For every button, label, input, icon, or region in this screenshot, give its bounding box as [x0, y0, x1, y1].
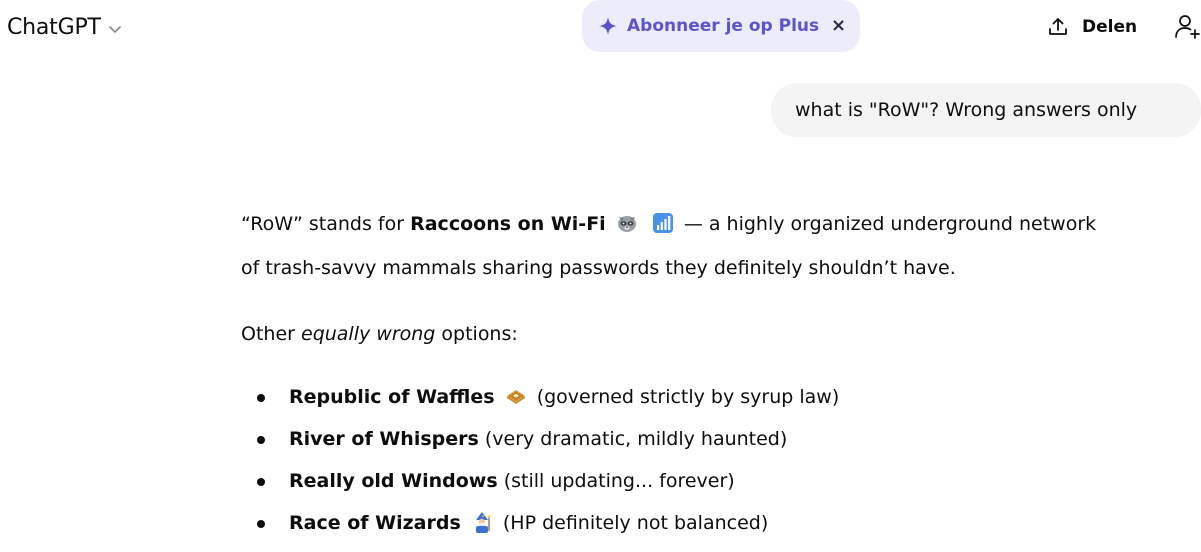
bullet	[257, 520, 265, 528]
upgrade-label: Abonneer je op Plus	[627, 16, 820, 36]
upgrade-plus-button[interactable]: Abonneer je op Plus ×	[582, 0, 860, 52]
other-options-heading: Other equally wrong options:	[241, 312, 1191, 356]
intro-text: “RoW” stands for	[241, 213, 411, 235]
share-label: Delen	[1082, 17, 1138, 37]
waffle-emoji	[506, 390, 525, 404]
option-bold: Race of Wizards	[289, 512, 461, 534]
option-bold: River of Whispers	[289, 428, 479, 450]
add-user-icon[interactable]	[1173, 13, 1201, 41]
intro-line-2: of trash-savvy mammals sharing passwords…	[241, 257, 956, 279]
bullet	[257, 436, 265, 444]
list-item: Race of Wizards (HP definitely not balan…	[241, 502, 1191, 544]
option-bold: Republic of Waffles	[289, 386, 495, 408]
option-description: (HP definitely not balanced)	[502, 512, 769, 534]
model-selector[interactable]: ChatGPT	[7, 12, 123, 42]
answer-intro: “RoW” stands for Raccoons on Wi-Fi — a h…	[241, 202, 1191, 290]
wizard-emoji	[475, 512, 491, 533]
bullet	[257, 478, 265, 486]
other-emphasis: equally wrong	[301, 323, 436, 345]
list-item: Really old Windows (still updating... fo…	[241, 460, 1191, 502]
chevron-down-icon	[108, 26, 121, 33]
option-bold: Really old Windows	[289, 470, 498, 492]
top-bar: ChatGPT Abonneer je op Plus × Delen	[0, 0, 1201, 54]
assistant-message: “RoW” stands for Raccoons on Wi-Fi — a h…	[241, 202, 1191, 544]
options-list: Republic of Waffles (governed strictly b…	[241, 376, 1191, 544]
option-description: (very dramatic, mildly haunted)	[478, 428, 788, 450]
bullet	[257, 394, 265, 402]
list-item: Republic of Waffles (governed strictly b…	[241, 376, 1191, 418]
sparkle-icon	[599, 17, 617, 35]
other-text-after: options:	[435, 323, 518, 345]
intro-bold: Raccoons on Wi-Fi	[410, 213, 606, 235]
raccoon-emoji	[617, 216, 636, 232]
option-description: (still updating... forever)	[497, 470, 735, 492]
share-upload-icon	[1049, 18, 1067, 35]
signal-bars-emoji	[652, 213, 673, 233]
user-message-text: what is "RoW"? Wrong answers only	[795, 99, 1138, 121]
model-name: ChatGPT	[7, 14, 101, 40]
option-description: (governed strictly by syrup law)	[536, 386, 840, 408]
list-item: River of Whispers (very dramatic, mildly…	[241, 418, 1191, 460]
intro-text-after: — a highly organized underground network	[677, 213, 1097, 235]
other-text: Other	[241, 323, 301, 345]
close-icon[interactable]: ×	[831, 15, 846, 36]
share-button[interactable]: Delen	[1046, 12, 1137, 42]
user-message-bubble: what is "RoW"? Wrong answers only	[771, 83, 1201, 137]
